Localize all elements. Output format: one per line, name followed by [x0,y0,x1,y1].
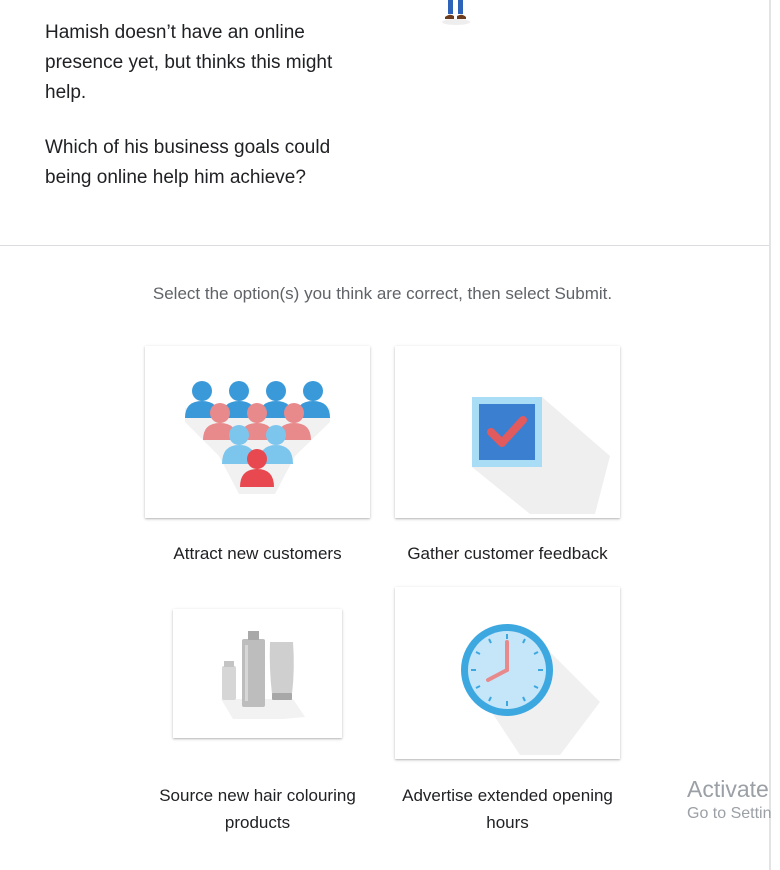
option-card-source-hair-colouring-products[interactable] [173,609,342,738]
hair-products-icon [221,631,305,719]
watermark-title: Activate [687,776,769,802]
option-label-gather-customer-feedback[interactable]: Gather customer feedback [395,540,620,567]
option-label-attract-new-customers[interactable]: Attract new customers [145,540,370,567]
clock-icon [461,624,600,755]
section-divider [0,245,769,246]
watermark-subtitle: Go to Settin [687,805,772,822]
option-card-gather-customer-feedback[interactable] [395,346,620,518]
option-label-source-hair-colouring-products[interactable]: Source new hair colouring products [145,782,370,836]
character-feet-illustration [442,0,470,25]
customers-funnel-icon [185,381,330,494]
activate-windows-watermark: Activate Go to Settin [687,774,772,824]
option-label-advertise-extended-hours[interactable]: Advertise extended opening hours [395,782,620,836]
option-card-attract-new-customers[interactable] [145,346,370,518]
checkbox-icon [472,397,610,514]
option-card-advertise-extended-hours[interactable] [395,587,620,759]
question-paragraph: Which of his business goals could being … [45,137,331,188]
scrollbar-track[interactable] [769,0,771,870]
instruction-text: Select the option(s) you think are corre… [152,284,613,303]
scenario-text: Hamish doesn’t have an online presence y… [45,18,375,218]
scenario-paragraph: Hamish doesn’t have an online presence y… [45,22,333,103]
